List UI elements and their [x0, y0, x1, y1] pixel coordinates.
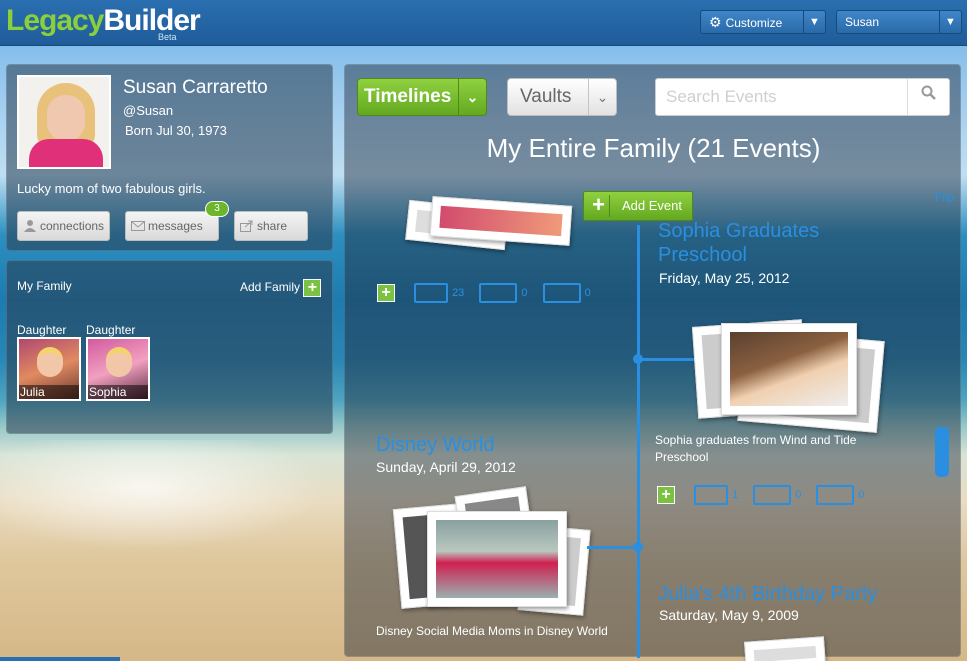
camera-icon[interactable] [414, 283, 449, 303]
timeline-panel: Timelines ⌄ Vaults ⌄ My Entire Family (2… [344, 64, 961, 661]
timeline-dot [633, 354, 643, 364]
add-event-button[interactable]: + Add Event [583, 191, 693, 221]
timeline-spine [637, 225, 640, 658]
gear-icon: ⚙ [709, 14, 722, 30]
avatar[interactable] [17, 75, 111, 169]
bottom-tab [0, 657, 120, 661]
connections-button[interactable]: connections [17, 211, 110, 241]
search-input[interactable] [656, 79, 908, 115]
person-icon [24, 220, 36, 232]
family-title: My Family [17, 279, 72, 293]
event-title[interactable]: Sophia Graduates Preschool [658, 219, 858, 267]
search-box [655, 78, 950, 116]
event-photo[interactable] [721, 323, 857, 415]
add-media-button[interactable]: + [657, 486, 675, 504]
event-photo[interactable] [744, 636, 826, 661]
chevron-down-icon[interactable]: ⌄ [458, 79, 486, 115]
member-photo[interactable]: Sophia [86, 337, 150, 401]
event-title[interactable]: Disney World [376, 433, 495, 457]
envelope-icon[interactable] [816, 485, 855, 505]
beta-label: Beta [158, 32, 177, 42]
vaults-button[interactable]: Vaults ⌄ [507, 78, 617, 116]
user-menu-label: Susan [845, 15, 880, 29]
share-icon [240, 220, 253, 232]
member-photo[interactable]: Julia [17, 337, 81, 401]
plus-icon: + [588, 194, 610, 217]
timeline-connector [587, 546, 637, 549]
share-button[interactable]: share [234, 211, 308, 241]
event-description: Disney Social Media Moms in Disney World [376, 624, 608, 638]
family-panel: My Family Add Family + Daughter Julia Da… [6, 260, 333, 434]
envelope-icon [131, 221, 145, 231]
timelines-button[interactable]: Timelines ⌄ [357, 78, 487, 116]
chevron-down-icon[interactable]: ⌄ [588, 79, 616, 115]
profile-panel: Susan Carraretto @Susan Born Jul 30, 197… [6, 64, 333, 251]
plus-icon: + [303, 279, 322, 297]
event-date: Friday, May 25, 2012 [659, 270, 790, 286]
customize-label: Customize [725, 16, 783, 30]
event-description: Sophia graduates from Wind and Tide Pres… [655, 433, 857, 464]
event-stats: + 1 0 0 [657, 485, 877, 509]
timeline-connector [638, 358, 694, 361]
family-member[interactable]: Daughter Julia [17, 323, 81, 401]
profile-born: Born Jul 30, 1973 [125, 123, 227, 138]
add-media-button[interactable]: + [377, 284, 395, 302]
add-family-button[interactable]: Add Family + [240, 279, 322, 297]
chevron-down-icon[interactable]: ▼ [803, 11, 825, 33]
messages-button[interactable]: messages [125, 211, 219, 241]
search-icon[interactable] [907, 79, 949, 115]
page-title: My Entire Family (21 Events) [486, 133, 821, 163]
profile-name: Susan Carraretto [123, 77, 268, 98]
family-member[interactable]: Daughter Sophia [86, 323, 150, 401]
video-icon[interactable] [479, 283, 518, 303]
flip-link[interactable]: Flip [935, 190, 954, 204]
messages-count-badge: 3 [205, 201, 229, 217]
profile-tagline: Lucky mom of two fabulous girls. [17, 181, 206, 196]
envelope-icon[interactable] [542, 283, 581, 303]
video-icon[interactable] [753, 485, 792, 505]
scrollbar[interactable] [935, 427, 949, 477]
chevron-down-icon[interactable]: ▼ [939, 11, 961, 33]
event-date: Sunday, April 29, 2012 [376, 459, 516, 475]
event-date: Saturday, May 9, 2009 [659, 607, 799, 623]
event-photo[interactable] [427, 511, 567, 607]
top-bar: LegacyBuilder Beta ⚙ Customize ▼ Susan ▼ [0, 0, 967, 46]
timeline-dot [633, 542, 643, 552]
user-menu-button[interactable]: Susan ▼ [836, 10, 962, 34]
profile-handle: @Susan [123, 103, 174, 118]
camera-icon[interactable] [694, 485, 729, 505]
event-title[interactable]: Julia's 4th Birthday Party [658, 582, 958, 606]
customize-button[interactable]: ⚙ Customize ▼ [700, 10, 826, 34]
event-stats: + 23 0 0 [377, 283, 603, 307]
beach-background [0, 440, 360, 560]
